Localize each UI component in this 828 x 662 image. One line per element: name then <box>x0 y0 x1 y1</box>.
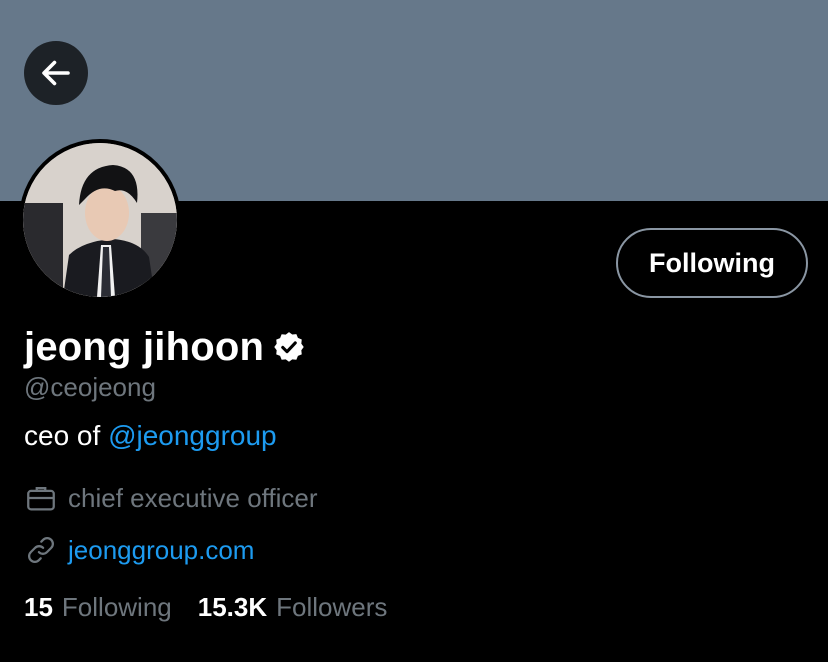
back-button[interactable] <box>24 41 88 105</box>
following-count: 15 <box>24 592 53 622</box>
profile-job: chief executive officer <box>24 481 318 515</box>
job-label: chief executive officer <box>68 482 318 513</box>
display-name: jeong jihoon <box>24 324 265 369</box>
avatar[interactable] <box>19 139 181 301</box>
profile-bio: ceo of @jeonggroup <box>24 420 277 452</box>
following-button[interactable]: Following <box>616 228 808 298</box>
link-icon <box>28 537 54 563</box>
website-link[interactable]: jeonggroup.com <box>68 535 254 566</box>
verified-badge-icon <box>274 332 304 362</box>
arrow-left-icon <box>42 60 70 86</box>
briefcase-icon <box>27 486 55 511</box>
profile-name-row: jeong jihoon <box>24 322 306 372</box>
following-label: Following <box>61 592 172 622</box>
followers-label: Followers <box>276 592 388 622</box>
bio-text: ceo of <box>24 420 109 451</box>
following-stat[interactable]: 15 Following <box>24 592 172 623</box>
profile-stats: 15 Following 15.3K Followers <box>24 592 413 623</box>
bio-mention-link[interactable]: @jeonggroup <box>108 420 277 451</box>
followers-stat[interactable]: 15.3K Followers <box>198 592 388 623</box>
followers-count: 15.3K <box>197 592 268 622</box>
profile-website[interactable]: jeonggroup.com <box>24 533 254 567</box>
profile-handle: @ceojeong <box>24 372 156 402</box>
avatar-photo <box>23 143 177 297</box>
